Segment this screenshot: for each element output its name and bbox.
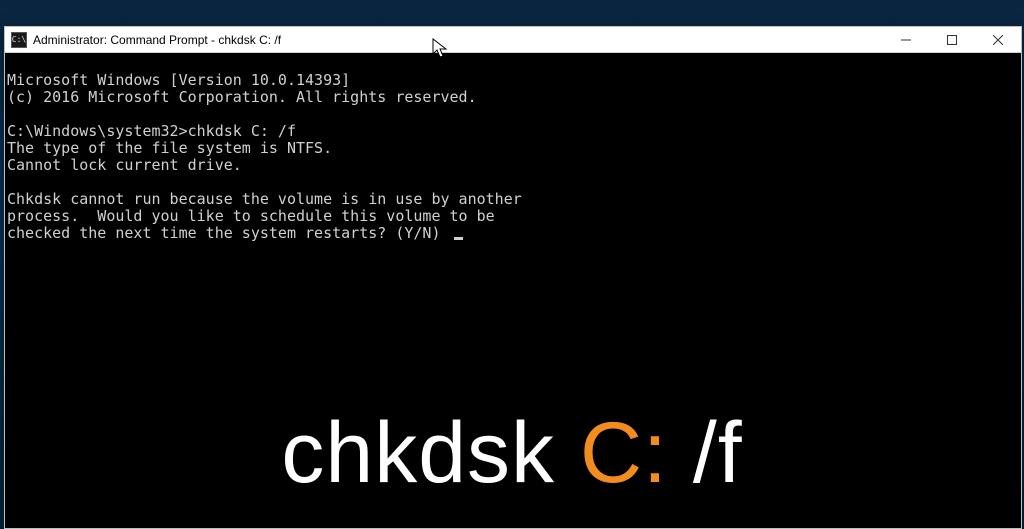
prompt-question: checked the next time the system restart… — [7, 224, 450, 242]
terminal-output[interactable]: Microsoft Windows [Version 10.0.14393] (… — [5, 53, 1021, 528]
command-line: C:\Windows\system32>chkdsk C: /f — [7, 122, 296, 140]
window-title: Administrator: Command Prompt - chkdsk C… — [33, 33, 281, 47]
prompt-path: C:\Windows\system32> — [7, 122, 188, 140]
minimize-button[interactable] — [883, 27, 929, 52]
copyright-line: (c) 2016 Microsoft Corporation. All righ… — [7, 88, 477, 106]
message-line-1: Chkdsk cannot run because the volume is … — [7, 190, 522, 208]
minimize-icon — [901, 35, 911, 45]
close-button[interactable] — [975, 27, 1021, 52]
cannot-lock-line: Cannot lock current drive. — [7, 156, 242, 174]
typed-command: chkdsk C: /f — [188, 122, 296, 140]
maximize-icon — [947, 35, 957, 45]
close-icon — [993, 35, 1003, 45]
window-controls — [883, 27, 1021, 52]
app-icon: C:\ — [11, 32, 27, 48]
maximize-button[interactable] — [929, 27, 975, 52]
title-bar[interactable]: C:\ Administrator: Command Prompt - chkd… — [5, 27, 1021, 53]
message-line-2: process. Would you like to schedule this… — [7, 207, 495, 225]
app-icon-label: C:\ — [12, 36, 26, 44]
message-line-3: checked the next time the system restart… — [7, 224, 463, 242]
version-line: Microsoft Windows [Version 10.0.14393] — [7, 71, 350, 89]
text-cursor — [454, 237, 463, 240]
fs-type-line: The type of the file system is NTFS. — [7, 139, 332, 157]
command-prompt-window: C:\ Administrator: Command Prompt - chkd… — [4, 26, 1022, 529]
